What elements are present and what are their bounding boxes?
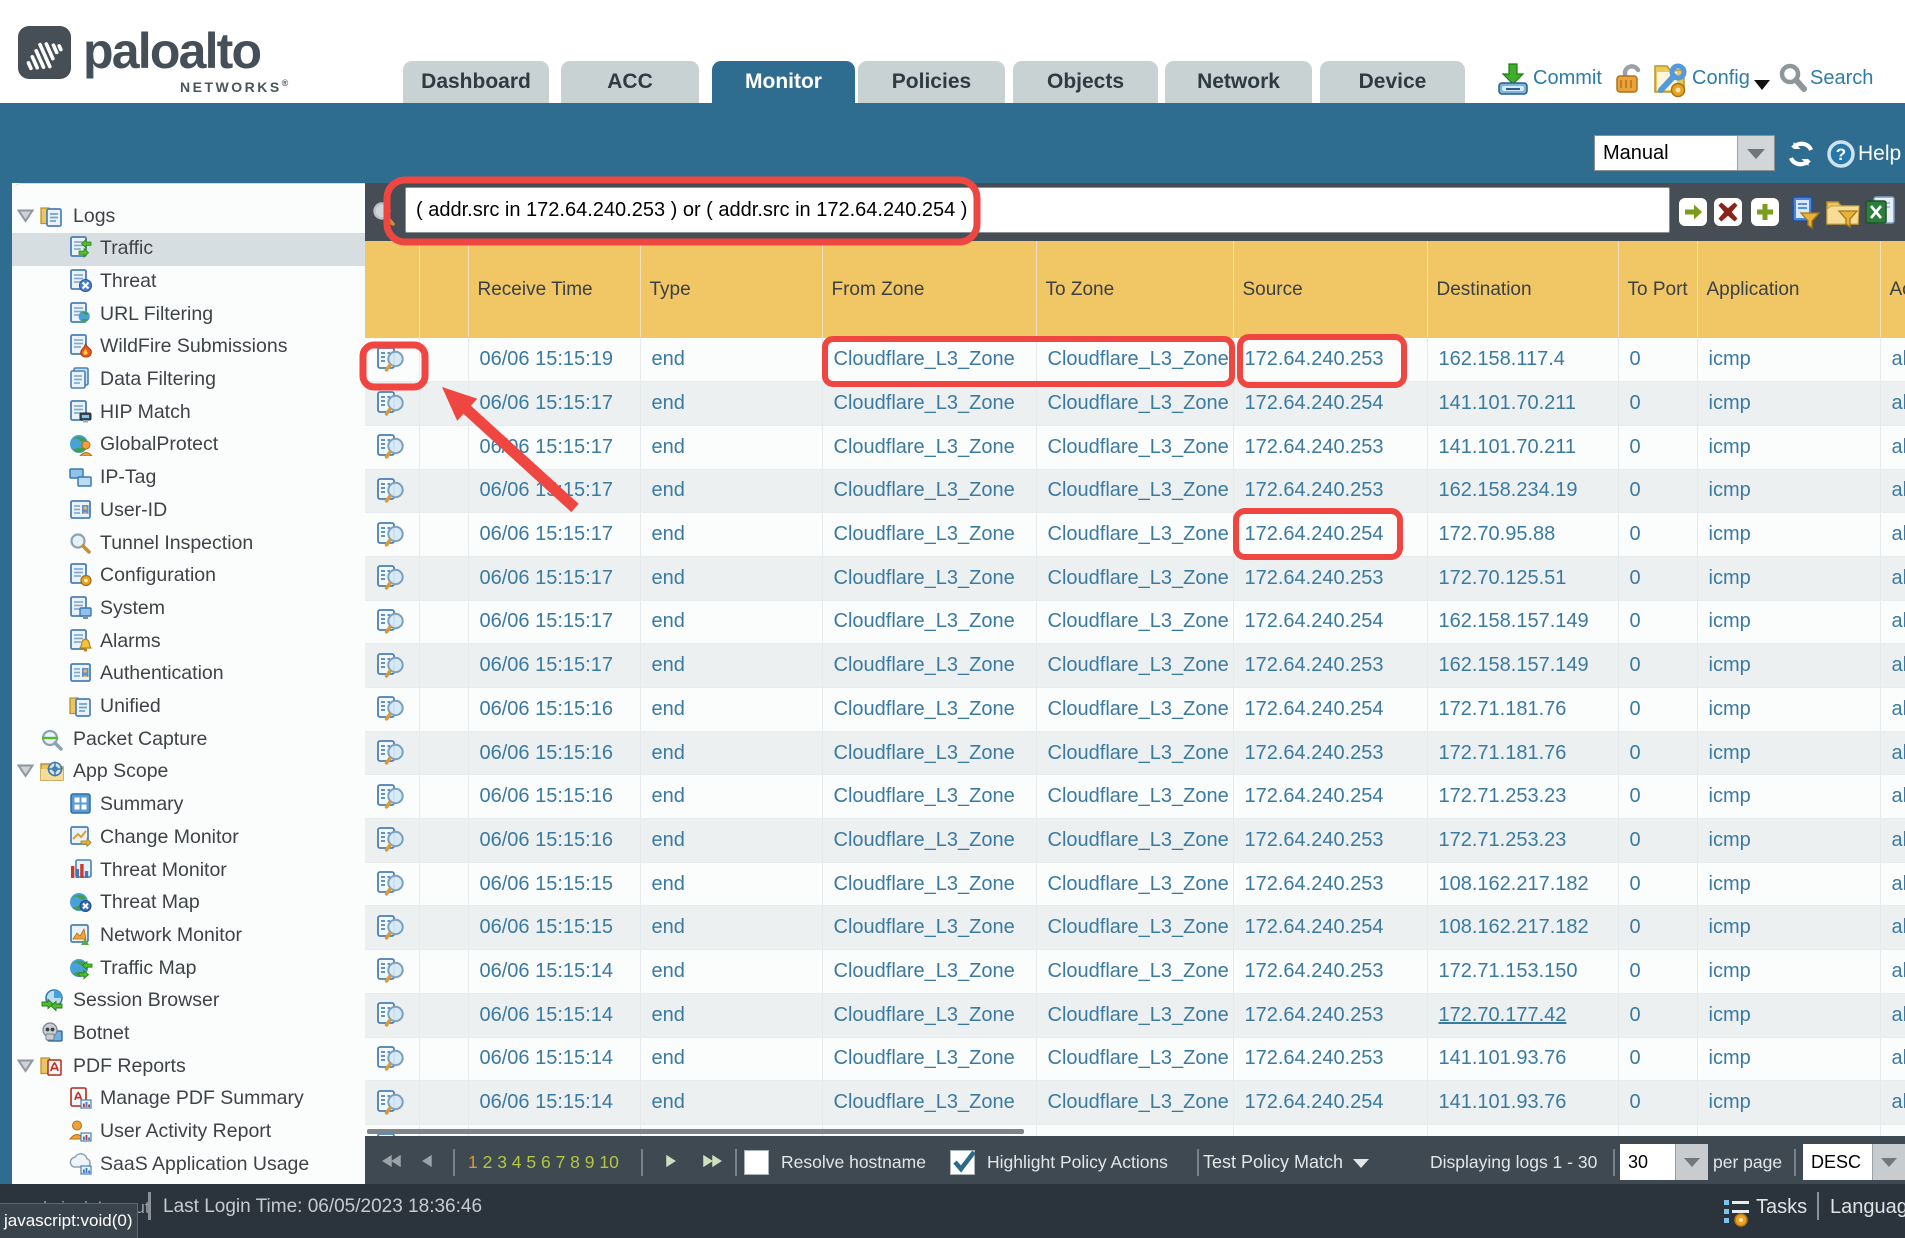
svg-text:?: ? [1836, 145, 1846, 164]
